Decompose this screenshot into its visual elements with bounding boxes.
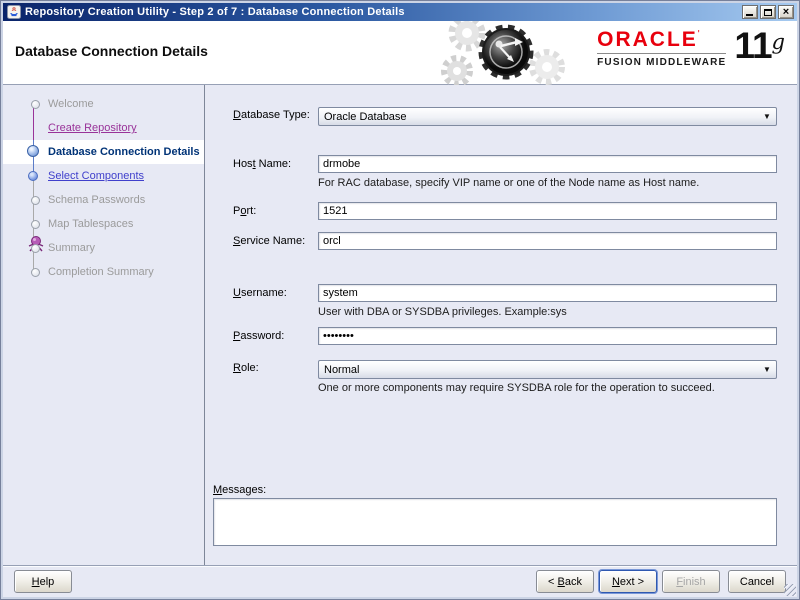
sidebar-item-summary: Summary <box>3 236 204 260</box>
minimize-button[interactable] <box>742 5 758 19</box>
sidebar-item-select-components[interactable]: Select Components <box>3 164 204 188</box>
step-label: Completion Summary <box>48 266 154 278</box>
oracle-trademark: ' <box>697 29 700 40</box>
wizard-header: Database Connection Details ORACLE' FUSI… <box>3 21 797 85</box>
role-select[interactable]: Normal ▼ <box>318 360 777 379</box>
version-11: 11 <box>734 25 772 66</box>
java-coffee-cup-icon <box>7 5 21 19</box>
host-name-label: Host Name: <box>233 158 292 170</box>
step-circle-icon <box>28 171 38 181</box>
messages-label: Messages: <box>213 484 267 496</box>
page-title: Database Connection Details <box>15 43 208 59</box>
logo-divider <box>597 53 727 54</box>
sidebar-item-welcome: Welcome <box>3 92 204 116</box>
minimize-icon <box>746 14 753 16</box>
host-name-input[interactable] <box>318 155 777 173</box>
service-name-label: Service Name: <box>233 235 306 247</box>
step-label: Welcome <box>48 98 94 110</box>
close-button[interactable]: × <box>778 5 794 19</box>
role-value: Normal <box>324 363 360 376</box>
oracle-wordmark: ORACLE <box>597 28 698 51</box>
username-input[interactable] <box>318 284 777 302</box>
database-type-label: Database Type: <box>233 109 310 121</box>
sidebar-item-database-connection-details: Database Connection Details <box>3 140 204 164</box>
database-type-value: Oracle Database <box>324 110 407 123</box>
step-label: Database Connection Details <box>48 146 200 158</box>
step-circle-icon <box>31 244 40 253</box>
step-label: Summary <box>48 242 96 254</box>
maximize-icon <box>764 8 772 16</box>
step-circle-icon <box>31 100 40 109</box>
cancel-button[interactable]: Cancel <box>728 570 786 593</box>
port-input[interactable] <box>318 202 777 220</box>
footer-divider <box>3 565 797 567</box>
step-label: Schema Passwords <box>48 194 146 206</box>
title-bar[interactable]: Repository Creation Utility - Step 2 of … <box>3 3 797 21</box>
version-g: g <box>771 30 785 54</box>
fusion-middleware-label: FUSION MIDDLEWARE <box>597 57 727 68</box>
gears-graphic-icon <box>441 21 565 85</box>
window-title: Repository Creation Utility - Step 2 of … <box>25 6 405 18</box>
password-label: Password: <box>233 330 285 342</box>
chevron-down-icon: ▼ <box>763 112 771 121</box>
sidebar-item-schema-passwords: Schema Passwords <box>3 188 204 212</box>
resize-grip[interactable] <box>784 584 796 596</box>
database-type-select[interactable]: Oracle Database ▼ <box>318 107 777 126</box>
maximize-button[interactable] <box>760 5 776 19</box>
help-button[interactable]: Help <box>14 570 72 593</box>
rcu-wizard-window: Repository Creation Utility - Step 2 of … <box>0 0 800 600</box>
oracle-fusion-middleware-logo: ORACLE' FUSION MIDDLEWARE 11 g <box>597 25 785 68</box>
sidebar-divider <box>204 85 205 565</box>
step-circle-icon <box>31 196 40 205</box>
username-label: Username: <box>233 287 287 299</box>
step-label[interactable]: Select Components <box>48 164 144 188</box>
back-button[interactable]: < Back <box>536 570 594 593</box>
finish-button: Finish <box>662 570 720 593</box>
host-name-hint: For RAC database, specify VIP name or on… <box>318 177 700 189</box>
step-circle-icon <box>31 268 40 277</box>
current-step-circle-icon <box>27 145 39 157</box>
sidebar-item-map-tablespaces: Map Tablespaces <box>3 212 204 236</box>
role-label: Role: <box>233 362 259 374</box>
step-label: Map Tablespaces <box>48 218 134 230</box>
messages-textarea <box>213 498 777 546</box>
next-button[interactable]: Next > <box>599 570 657 593</box>
step-label[interactable]: Create Repository <box>48 116 137 140</box>
service-name-input[interactable] <box>318 232 777 250</box>
port-label: Port: <box>233 205 257 217</box>
step-circle-icon <box>31 220 40 229</box>
sidebar-item-completion-summary: Completion Summary <box>3 260 204 284</box>
chevron-down-icon: ▼ <box>763 365 771 374</box>
sidebar-item-create-repository[interactable]: Create Repository <box>3 116 204 252</box>
password-input[interactable] <box>318 327 777 345</box>
username-hint: User with DBA or SYSDBA privileges. Exam… <box>318 306 567 318</box>
close-icon: × <box>782 5 790 18</box>
role-hint: One or more components may require SYSDB… <box>318 382 715 394</box>
